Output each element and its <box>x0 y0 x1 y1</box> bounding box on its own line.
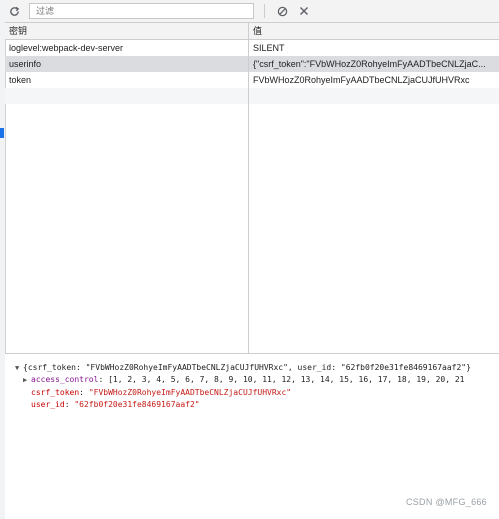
refresh-icon[interactable] <box>5 2 23 20</box>
preview-key: csrf_token <box>31 388 80 397</box>
block-icon[interactable] <box>273 2 291 20</box>
table-row[interactable]: token FVbWHozZ0RohyeImFyAADTbeCNLZjaCUJf… <box>5 72 499 88</box>
storage-table: 密钥 值 loglevel:webpack-dev-server SILENT … <box>5 23 499 354</box>
refresh-icon-svg <box>9 6 19 16</box>
preview-string-value: "FVbWHozZ0RohyeImFyAADTbeCNLZjaCUJfUHVRx… <box>88 388 292 397</box>
close-icon[interactable] <box>295 2 313 20</box>
preview-string-value: "62fb0f20e31fe8469167aaf2" <box>74 400 200 409</box>
table-row[interactable]: loglevel:webpack-dev-server SILENT <box>5 40 499 56</box>
table-header: 密钥 值 <box>5 23 499 40</box>
block-icon-svg <box>277 6 287 16</box>
gutter-selection-marker <box>0 128 4 138</box>
value-preview: ▼ {csrf_token: "FVbWHozZ0RohyeImFyAADTbeC… <box>5 354 499 519</box>
filter-input[interactable] <box>36 6 253 16</box>
watermark: CSDN @MFG_666 <box>405 497 487 507</box>
preview-line-csrf-token: csrf_token: "FVbWHozZ0RohyeImFyAADTbeCNL… <box>31 388 292 397</box>
preview-line-access-control[interactable]: ▶ access_control: [1, 2, 3, 4, 5, 6, 7, 8… <box>23 374 499 385</box>
column-divider[interactable] <box>248 23 249 353</box>
close-icon-svg <box>300 7 308 15</box>
toolbar-separator <box>264 4 265 18</box>
row-value: {"csrf_token":"FVbWHozZ0RohyeImFyAADTbeC… <box>253 59 486 69</box>
column-header-value[interactable]: 值 <box>249 23 494 39</box>
row-value: SILENT <box>253 43 285 53</box>
preview-array-value: [1, 2, 3, 4, 5, 6, 7, 8, 9, 10, 11, 12, … <box>108 375 465 384</box>
preview-object-summary: {csrf_token: "FVbWHozZ0RohyeImFyAADTbeCN… <box>23 363 471 372</box>
preview-line-object[interactable]: ▼ {csrf_token: "FVbWHozZ0RohyeImFyAADTbeC… <box>15 362 499 373</box>
table-row-empty <box>5 88 499 104</box>
toolbar <box>5 0 499 23</box>
row-key: token <box>9 75 32 85</box>
row-key: loglevel:webpack-dev-server <box>9 43 124 53</box>
expand-triangle-icon[interactable]: ▼ <box>15 363 23 373</box>
preview-key: user_id <box>31 400 65 409</box>
collapse-triangle-icon[interactable]: ▶ <box>23 375 31 385</box>
column-header-key[interactable]: 密钥 <box>5 23 248 39</box>
row-key: userinfo <box>9 59 42 69</box>
filter-field[interactable] <box>29 3 254 19</box>
row-value: FVbWHozZ0RohyeImFyAADTbeCNLZjaCUJfUHVRxc <box>253 75 470 85</box>
preview-line-user-id: user_id: "62fb0f20e31fe8469167aaf2" <box>31 400 200 409</box>
table-row-selected[interactable]: userinfo {"csrf_token":"FVbWHozZ0RohyeIm… <box>5 56 499 72</box>
preview-key: access_control <box>31 375 99 384</box>
